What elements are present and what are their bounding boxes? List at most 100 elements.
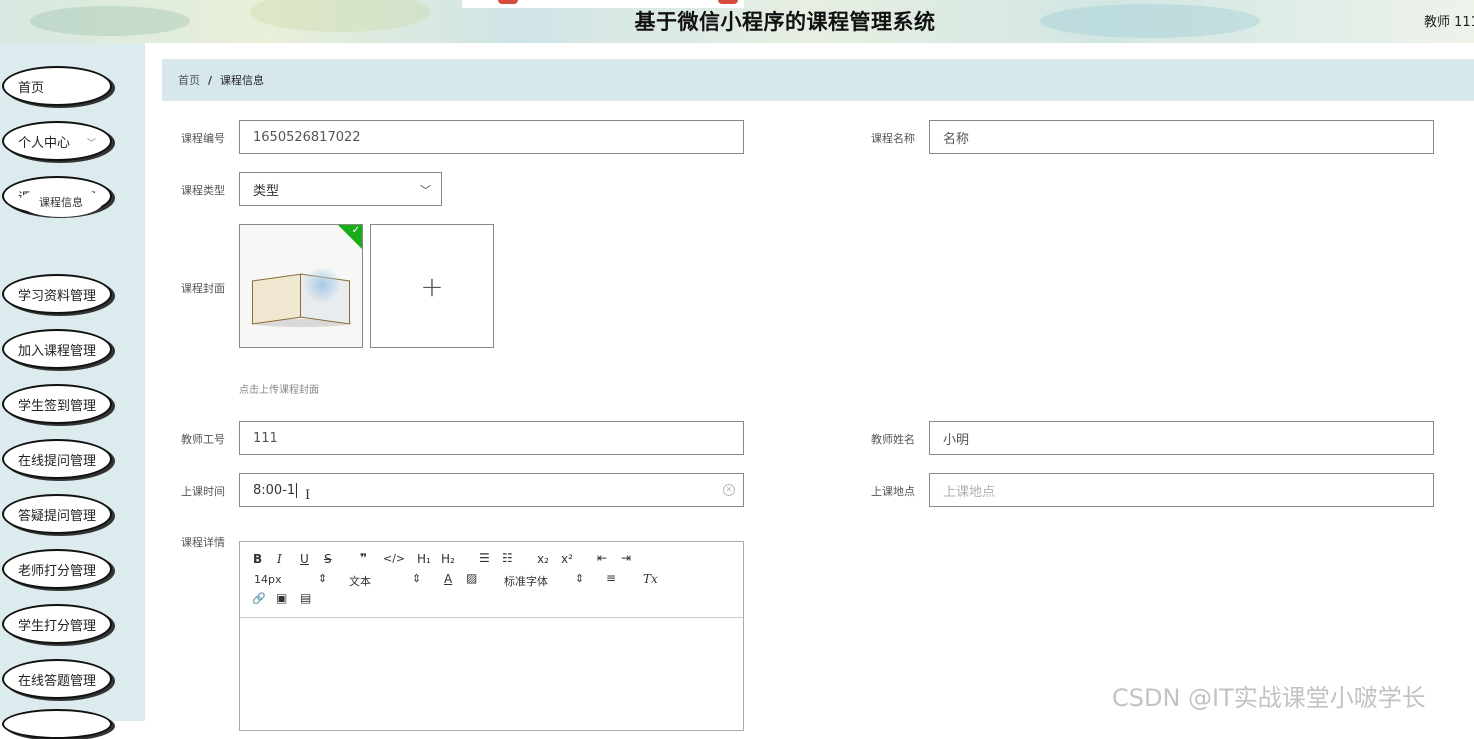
sidebar-item-study-material[interactable]: 学习资料管理 <box>2 274 112 314</box>
updown-icon: ⇕ <box>575 572 585 585</box>
sidebar-item-label: 首页 <box>18 80 45 96</box>
bullet-list-button[interactable]: ☷ <box>502 551 513 565</box>
header2-button[interactable]: H₂ <box>441 552 455 566</box>
clean-format-button[interactable]: Tx <box>643 572 658 586</box>
sidebar-item-more[interactable] <box>2 709 112 739</box>
course-no-label: 课程编号 <box>181 132 225 145</box>
sidebar-item-label: 学习资料管理 <box>18 288 97 304</box>
teacher-no-input[interactable]: 111 <box>239 421 744 455</box>
rich-text-editor[interactable]: B I U S ❞ </> H₁ H₂ ☰ ☷ x₂ x² ⇤ ⇥ 14px ⇕… <box>239 541 744 731</box>
book-image-left-page <box>252 273 302 325</box>
sidebar-item-home[interactable]: 首页 <box>2 66 112 106</box>
editor-content-area[interactable] <box>240 618 743 728</box>
course-name-input[interactable]: 名称 <box>929 120 1434 154</box>
sidebar-item-personal-center[interactable]: 个人中心 ﹀ <box>2 121 112 161</box>
sidebar-item-student-checkin[interactable]: 学生签到管理 <box>2 384 112 424</box>
sidebar-item-answer-question[interactable]: 答疑提问管理 <box>2 494 112 534</box>
class-time-value: 8:00-1 <box>253 482 296 498</box>
strike-button[interactable]: S <box>324 552 332 566</box>
sidebar-item-join-course[interactable]: 加入课程管理 <box>2 329 112 369</box>
course-name-placeholder: 名称 <box>943 131 970 147</box>
book-image-glow <box>302 267 342 303</box>
sidebar-item-student-score[interactable]: 学生打分管理 <box>2 604 112 644</box>
chevron-down-icon: ﹀ <box>86 139 96 149</box>
superscript-button[interactable]: x² <box>561 552 573 566</box>
header1-button[interactable]: H₁ <box>417 552 431 566</box>
indent-button[interactable]: ⇥ <box>621 551 631 565</box>
class-time-input[interactable]: 8:00-1 ✕ <box>239 473 744 507</box>
blockquote-button[interactable]: ❞ <box>360 551 367 565</box>
mouse-cursor-icon: I <box>305 488 311 503</box>
check-icon: ✓ <box>351 225 360 236</box>
editor-toolbar: B I U S ❞ </> H₁ H₂ ☰ ☷ x₂ x² ⇤ ⇥ 14px ⇕… <box>240 542 743 618</box>
header-select[interactable]: 文本 <box>349 573 371 589</box>
cover-upload-hint: 点击上传课程封面 <box>239 385 319 396</box>
outdent-button[interactable]: ⇤ <box>597 551 607 565</box>
code-block-button[interactable]: </> <box>383 552 405 565</box>
sidebar-item-label: 在线答题管理 <box>18 673 97 689</box>
underline-button[interactable]: U <box>300 552 309 566</box>
location-label: 上课地点 <box>871 485 915 498</box>
location-input[interactable]: 上课地点 <box>929 473 1434 507</box>
header-logo-mark <box>718 0 738 4</box>
cover-image[interactable]: ✓ <box>239 224 363 348</box>
sidebar-item-teacher-score[interactable]: 老师打分管理 <box>2 549 112 589</box>
clear-icon[interactable]: ✕ <box>723 484 735 496</box>
background-color-button[interactable]: ▨ <box>466 571 477 585</box>
font-family-select[interactable]: 标准字体 <box>504 573 548 589</box>
breadcrumb: 首页 / 课程信息 <box>162 59 1474 101</box>
sidebar-item-label: 老师打分管理 <box>18 563 97 579</box>
teacher-name-input[interactable]: 小明 <box>929 421 1434 455</box>
breadcrumb-separator: / <box>208 73 213 87</box>
teacher-no-value: 111 <box>253 430 278 446</box>
sidebar-subitem-course-info[interactable]: 课程信息 <box>19 187 103 217</box>
sidebar-item-label: 学生打分管理 <box>18 618 97 634</box>
link-icon[interactable]: 🔗 <box>252 592 266 605</box>
breadcrumb-home[interactable]: 首页 <box>178 72 200 88</box>
video-icon[interactable]: ▤ <box>300 591 311 605</box>
course-no-input[interactable]: 1650526817022 <box>239 120 744 154</box>
teacher-no-label: 教师工号 <box>181 433 225 446</box>
sidebar-item-label: 学生签到管理 <box>18 398 97 414</box>
sidebar-item-online-answer[interactable]: 在线答题管理 <box>2 659 112 699</box>
plus-icon: + <box>420 269 444 303</box>
class-time-label: 上课时间 <box>181 485 225 498</box>
detail-label: 课程详情 <box>181 536 225 549</box>
course-type-placeholder: 类型 <box>253 183 280 199</box>
font-color-button[interactable]: A <box>444 572 452 586</box>
header-logo-mark <box>498 0 518 4</box>
cover-label: 课程封面 <box>181 282 225 295</box>
bold-button[interactable]: B <box>253 552 262 566</box>
chevron-down-icon: ﹀ <box>420 184 431 197</box>
cover-upload-button[interactable]: + <box>370 224 494 348</box>
header-decoration <box>30 6 190 36</box>
sidebar-item-label: 加入课程管理 <box>18 343 97 359</box>
sidebar-item-label: 在线提问管理 <box>18 453 97 469</box>
teacher-name-label: 教师姓名 <box>871 433 915 446</box>
header-decoration <box>1040 4 1260 38</box>
course-no-value: 1650526817022 <box>253 129 361 145</box>
align-button[interactable]: ≡ <box>606 571 616 585</box>
header-decoration <box>250 0 430 32</box>
watermark: CSDN @IT实战课堂小啵学长 <box>1112 684 1426 712</box>
ordered-list-button[interactable]: ☰ <box>479 551 490 565</box>
updown-icon: ⇕ <box>318 572 328 585</box>
sidebar-item-label: 个人中心 <box>18 135 71 151</box>
sidebar-item-online-question[interactable]: 在线提问管理 <box>2 439 112 479</box>
breadcrumb-current: 课程信息 <box>220 74 265 87</box>
user-label[interactable]: 教师 111 <box>1424 11 1474 30</box>
updown-icon: ⇕ <box>412 572 422 585</box>
font-size-select[interactable]: 14px <box>254 573 282 586</box>
location-placeholder: 上课地点 <box>943 484 996 500</box>
course-type-select[interactable]: 类型 ﹀ <box>239 172 442 206</box>
subscript-button[interactable]: x₂ <box>537 552 549 566</box>
app-title: 基于微信小程序的课程管理系统 <box>634 10 936 34</box>
teacher-name-value: 小明 <box>943 432 970 448</box>
course-name-label: 课程名称 <box>871 132 915 145</box>
top-header: 基于微信小程序的课程管理系统 教师 111 <box>0 0 1474 43</box>
image-icon[interactable]: ▣ <box>276 591 287 605</box>
italic-button[interactable]: I <box>277 552 282 566</box>
course-type-label: 课程类型 <box>181 184 225 197</box>
sidebar-item-label: 答疑提问管理 <box>18 508 97 524</box>
text-caret <box>296 482 298 498</box>
